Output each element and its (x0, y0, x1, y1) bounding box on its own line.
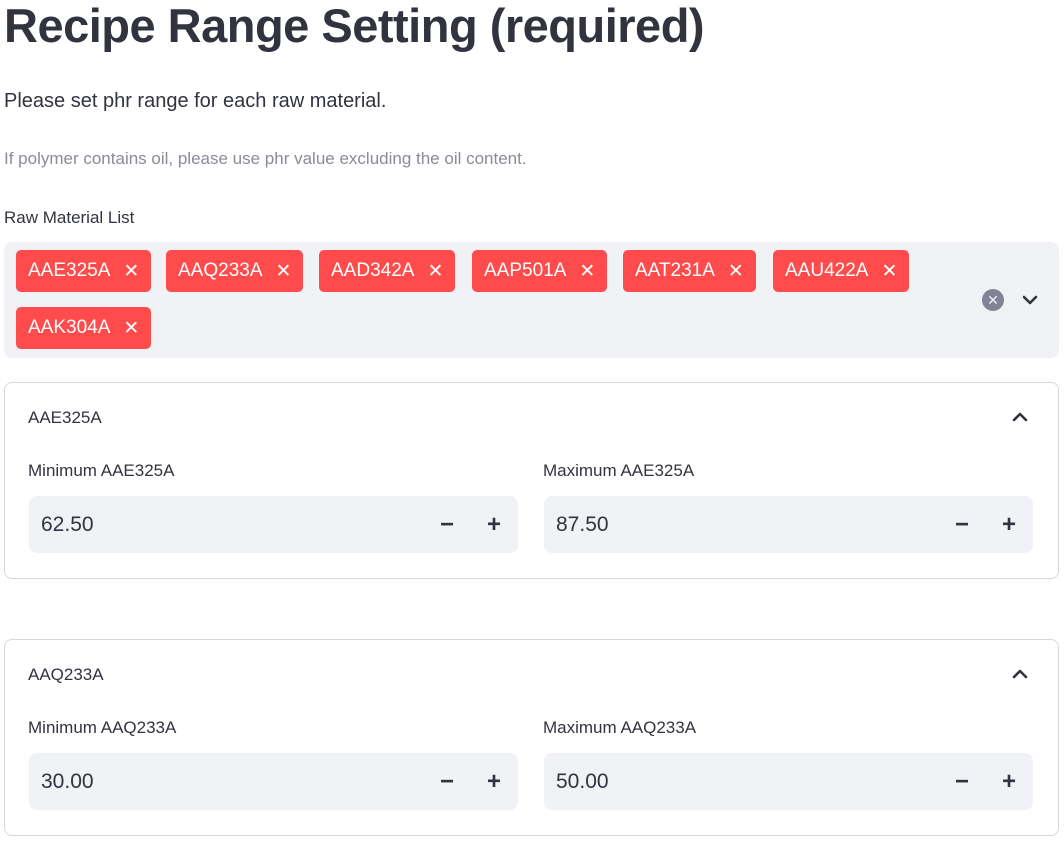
decrement-button[interactable]: − (940, 496, 984, 553)
oil-note-caption: If polymer contains oil, please use phr … (4, 149, 527, 168)
tag-aae325a[interactable]: AAE325A ✕ (16, 250, 152, 292)
raw-material-list-label: Raw Material List (4, 208, 135, 227)
tag-aau422a[interactable]: AAU422A ✕ (773, 250, 910, 292)
remove-tag-icon[interactable]: ✕ (276, 262, 292, 281)
minimum-label: Minimum AAQ233A (28, 718, 177, 737)
remove-tag-icon[interactable]: ✕ (123, 319, 139, 338)
increment-button[interactable]: + (987, 753, 1031, 810)
maximum-label: Maximum AAE325A (543, 461, 695, 480)
tag-label: AAU422A (785, 260, 869, 281)
minimum-value[interactable]: 30.00 (41, 753, 421, 810)
maximum-number-input[interactable]: 50.00 − + (544, 753, 1033, 810)
expander-title: AAE325A (28, 408, 102, 427)
increment-button[interactable]: + (472, 753, 516, 810)
remove-tag-icon[interactable]: ✕ (427, 262, 443, 281)
decrement-button[interactable]: − (425, 753, 469, 810)
chevron-down-icon[interactable] (1018, 288, 1042, 312)
maximum-number-input[interactable]: 87.50 − + (544, 496, 1033, 553)
minimum-number-input[interactable]: 30.00 − + (29, 753, 518, 810)
chevron-up-icon[interactable] (1008, 405, 1032, 429)
tag-label: AAT231A (635, 260, 715, 281)
expander-header[interactable]: AAE325A (5, 383, 1058, 453)
tag-aap501a[interactable]: AAP501A ✕ (472, 250, 608, 292)
minimum-label: Minimum AAE325A (28, 461, 175, 480)
tag-aaq233a[interactable]: AAQ233A ✕ (166, 250, 304, 292)
remove-tag-icon[interactable]: ✕ (881, 262, 897, 281)
maximum-value[interactable]: 87.50 (556, 496, 936, 553)
remove-tag-icon[interactable]: ✕ (579, 262, 595, 281)
tag-label: AAQ233A (178, 260, 263, 281)
decrement-button[interactable]: − (425, 496, 469, 553)
increment-button[interactable]: + (987, 496, 1031, 553)
remove-tag-icon[interactable]: ✕ (123, 262, 139, 281)
minimum-number-input[interactable]: 62.50 − + (29, 496, 518, 553)
minimum-value[interactable]: 62.50 (41, 496, 421, 553)
recipe-range-page: Recipe Range Setting (required) Please s… (0, 0, 1064, 842)
clear-all-icon[interactable]: ✕ (982, 289, 1004, 311)
maximum-value[interactable]: 50.00 (556, 753, 936, 810)
page-title: Recipe Range Setting (required) (4, 0, 705, 52)
tag-aad342a[interactable]: AAD342A ✕ (319, 250, 456, 292)
decrement-button[interactable]: − (940, 753, 984, 810)
expander-title: AAQ233A (28, 665, 104, 684)
maximum-label: Maximum AAQ233A (543, 718, 697, 737)
tag-label: AAP501A (484, 260, 567, 281)
tag-label: AAD342A (331, 260, 415, 281)
raw-material-multiselect[interactable]: AAE325A ✕ AAQ233A ✕ AAD342A ✕ AAP501A ✕ … (4, 242, 1059, 358)
increment-button[interactable]: + (472, 496, 516, 553)
tag-aak304a[interactable]: AAK304A ✕ (16, 307, 152, 349)
expander-aaq233a: AAQ233A Minimum AAQ233A 30.00 − + Maximu… (4, 639, 1059, 836)
tag-label: AAE325A (28, 260, 111, 281)
tag-label: AAK304A (28, 317, 111, 338)
remove-tag-icon[interactable]: ✕ (728, 262, 744, 281)
expander-aae325a: AAE325A Minimum AAE325A 62.50 − + Maximu… (4, 382, 1059, 579)
page-subtitle: Please set phr range for each raw materi… (4, 90, 387, 112)
chevron-up-icon[interactable] (1008, 662, 1032, 686)
tag-aat231a[interactable]: AAT231A ✕ (623, 250, 756, 292)
expander-header[interactable]: AAQ233A (5, 640, 1058, 710)
